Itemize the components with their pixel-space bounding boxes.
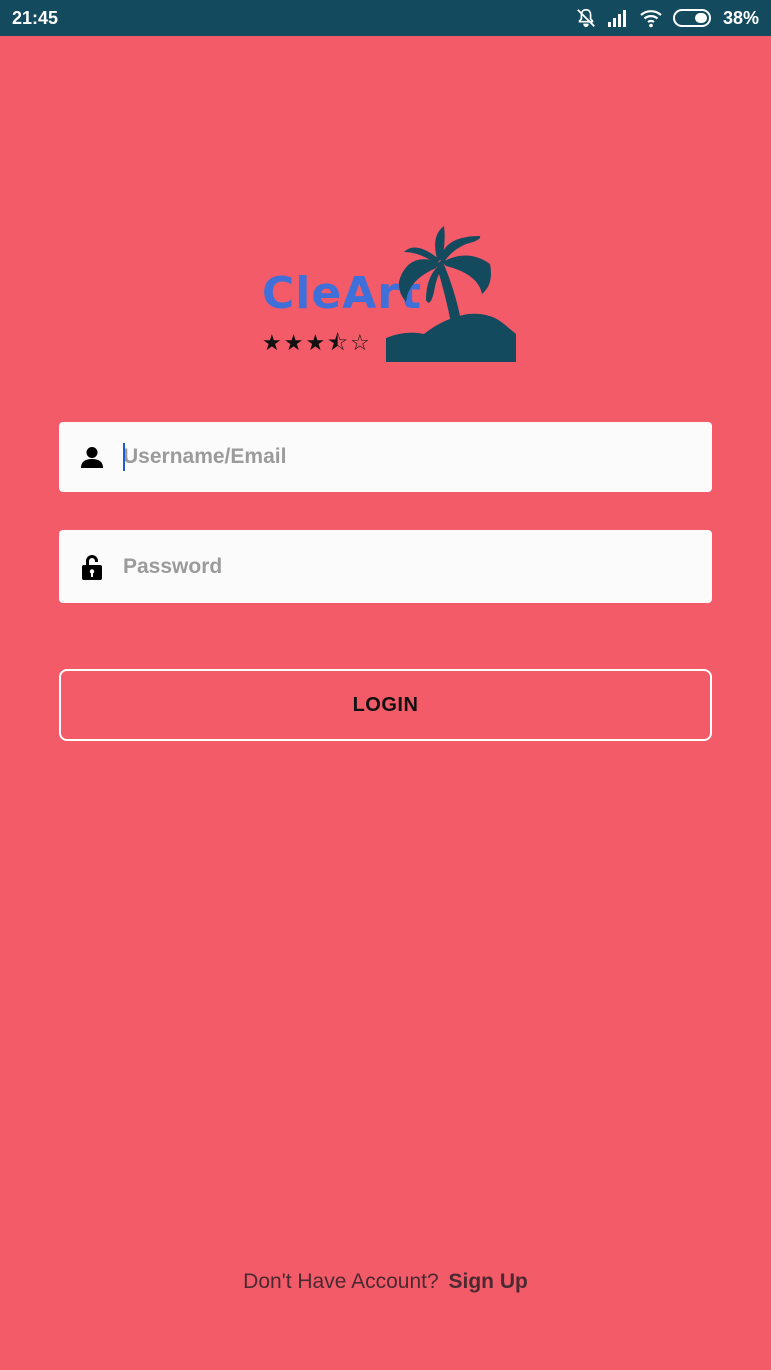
username-placeholder: Username/Email xyxy=(123,445,287,468)
signup-link[interactable]: Sign Up xyxy=(448,1270,527,1293)
status-time: 21:45 xyxy=(12,7,59,28)
battery-icon xyxy=(672,8,713,28)
password-placeholder: Password xyxy=(123,554,223,578)
signal-icon xyxy=(607,8,629,28)
login-button[interactable]: LOGIN xyxy=(59,669,712,741)
notifications-off-icon xyxy=(575,7,597,29)
status-icons: 38% xyxy=(575,7,759,29)
username-field[interactable]: Username/Email xyxy=(59,422,712,492)
palm-tree-island-icon xyxy=(386,226,516,362)
password-input[interactable]: Password xyxy=(123,530,222,603)
lock-icon xyxy=(79,554,105,580)
password-field[interactable]: Password xyxy=(59,530,712,603)
username-input[interactable]: Username/Email xyxy=(123,422,286,492)
signup-prompt: Don't Have Account? Sign Up xyxy=(0,1270,771,1294)
app-logo: CleArt ★★★⯪☆ xyxy=(258,222,520,362)
rating-stars: ★★★⯪☆ xyxy=(262,330,372,355)
status-bar: 21:45 38% xyxy=(0,0,771,36)
user-icon xyxy=(79,444,105,470)
wifi-icon xyxy=(639,8,663,28)
signup-prompt-text: Don't Have Account? xyxy=(243,1270,439,1293)
text-cursor xyxy=(123,443,125,471)
battery-percent: 38% xyxy=(722,7,759,28)
